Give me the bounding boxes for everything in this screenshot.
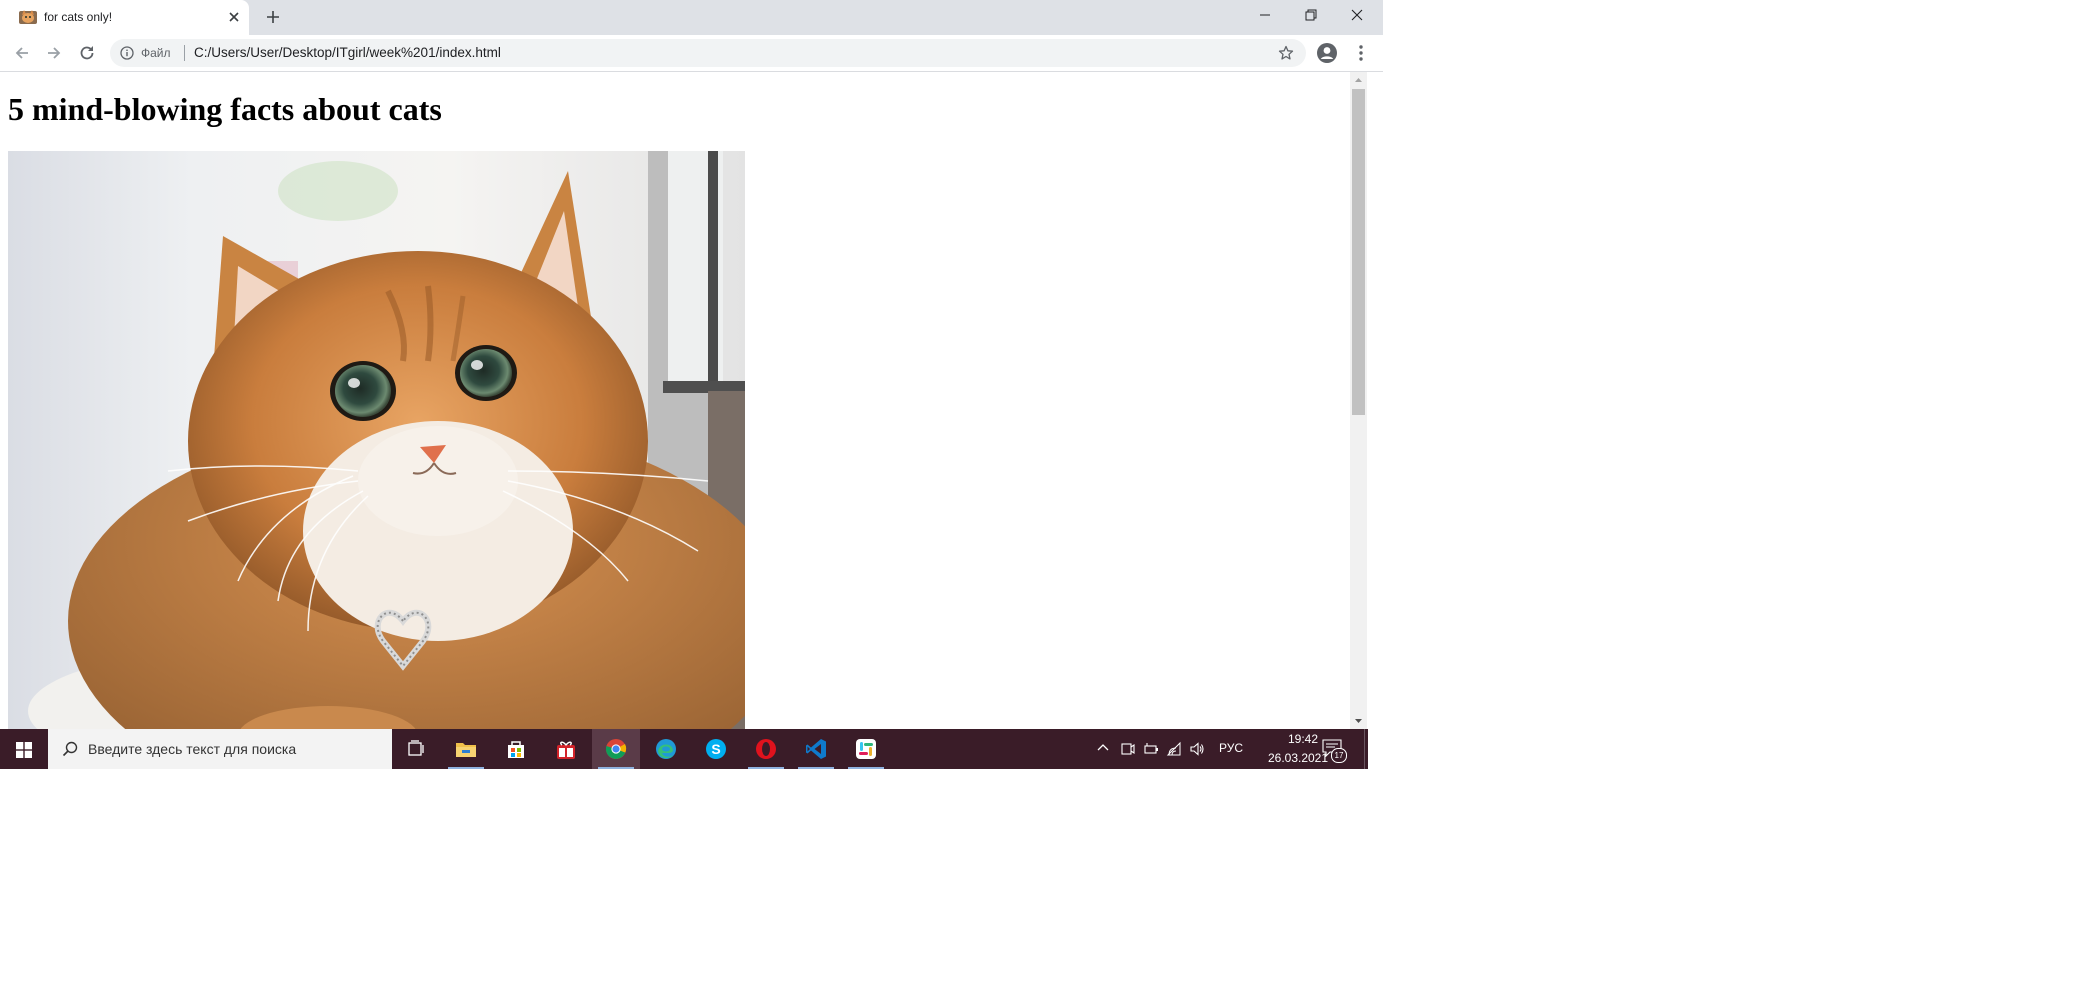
address-bar[interactable]: Файл C:/Users/User/Desktop/ITgirl/week%2… xyxy=(110,39,1306,67)
minimize-button[interactable] xyxy=(1242,0,1288,30)
vscode-button[interactable] xyxy=(792,729,840,769)
meet-now-icon[interactable] xyxy=(1120,741,1136,757)
running-indicator xyxy=(598,767,634,769)
slack-icon xyxy=(856,739,876,759)
battery-icon[interactable] xyxy=(1143,741,1159,757)
new-tab-icon[interactable] xyxy=(264,8,282,26)
taskbar-search-box[interactable]: Введите здесь текст для поиска xyxy=(48,729,392,769)
restore-button[interactable] xyxy=(1288,0,1334,30)
profile-icon[interactable] xyxy=(1315,41,1339,65)
store-bag-icon xyxy=(508,741,524,758)
tab-title: for cats only! xyxy=(44,10,113,24)
restore-icon xyxy=(1305,9,1317,21)
cat-photo xyxy=(8,151,745,736)
cat-favicon-icon xyxy=(19,10,37,24)
edge-button[interactable] xyxy=(642,729,690,769)
chrome-button[interactable] xyxy=(592,729,640,769)
opera-button[interactable] xyxy=(742,729,790,769)
show-desktop-button[interactable] xyxy=(1364,729,1369,769)
page-viewport: 5 mind-blowing facts about cats xyxy=(0,72,1366,736)
windows-logo-icon xyxy=(16,742,32,758)
running-indicator xyxy=(798,767,834,769)
minimize-icon xyxy=(1260,14,1270,16)
forward-arrow-icon[interactable] xyxy=(44,43,64,63)
browser-tab[interactable]: for cats only! xyxy=(0,0,249,35)
running-indicator xyxy=(748,767,784,769)
folder-icon xyxy=(456,743,476,757)
browser-toolbar: Файл C:/Users/User/Desktop/ITgirl/week%2… xyxy=(0,35,1383,72)
search-placeholder: Введите здесь текст для поиска xyxy=(88,741,297,757)
browser-tab-strip: for cats only! xyxy=(0,0,1383,35)
gift-app-button[interactable] xyxy=(542,729,590,769)
screenshot: for cats only! Файл C:/Users/User/Deskto… xyxy=(0,0,2088,996)
edge-icon xyxy=(656,739,676,759)
input-language[interactable]: РУС xyxy=(1219,741,1243,755)
scheme-label: Файл xyxy=(141,46,171,60)
reload-icon[interactable] xyxy=(77,43,97,63)
volume-icon[interactable] xyxy=(1189,741,1205,757)
page-heading: 5 mind-blowing facts about cats xyxy=(8,91,442,127)
file-explorer-button[interactable] xyxy=(442,729,490,769)
scrollbar-thumb[interactable] xyxy=(1352,89,1365,415)
menu-icon[interactable] xyxy=(1355,43,1367,63)
back-arrow-icon[interactable] xyxy=(12,43,32,63)
svg-text:S: S xyxy=(711,741,720,757)
gift-icon xyxy=(557,741,575,759)
scheme-separator xyxy=(184,45,185,61)
chevron-up-icon[interactable] xyxy=(1096,741,1110,755)
info-icon[interactable] xyxy=(120,46,134,60)
task-view-icon xyxy=(408,740,424,756)
slack-button[interactable] xyxy=(842,729,890,769)
star-icon[interactable] xyxy=(1278,45,1294,61)
action-center-button[interactable]: 17 xyxy=(1322,739,1347,763)
close-tab-icon[interactable] xyxy=(226,9,242,25)
task-view-button[interactable] xyxy=(392,729,440,769)
start-button[interactable] xyxy=(0,729,48,769)
opera-icon xyxy=(756,739,776,759)
url-text[interactable]: C:/Users/User/Desktop/ITgirl/week%201/in… xyxy=(194,45,501,60)
chrome-icon xyxy=(605,739,627,759)
skype-button[interactable]: S xyxy=(692,729,740,769)
windows-taskbar: Введите здесь текст для поиска S РУС 19:… xyxy=(0,729,1368,769)
wifi-icon[interactable] xyxy=(1166,741,1182,757)
notification-count-badge: 17 xyxy=(1331,748,1347,763)
vertical-scrollbar[interactable] xyxy=(1350,72,1367,729)
skype-icon: S xyxy=(706,739,726,759)
scroll-up-arrow-icon[interactable] xyxy=(1350,72,1367,89)
search-icon xyxy=(62,741,78,757)
vscode-icon xyxy=(806,739,826,759)
running-indicator xyxy=(848,767,884,769)
scroll-down-arrow-icon[interactable] xyxy=(1350,712,1367,729)
close-icon xyxy=(1351,9,1363,21)
close-window-button[interactable] xyxy=(1334,0,1380,30)
microsoft-store-button[interactable] xyxy=(492,729,540,769)
running-indicator xyxy=(448,767,484,769)
